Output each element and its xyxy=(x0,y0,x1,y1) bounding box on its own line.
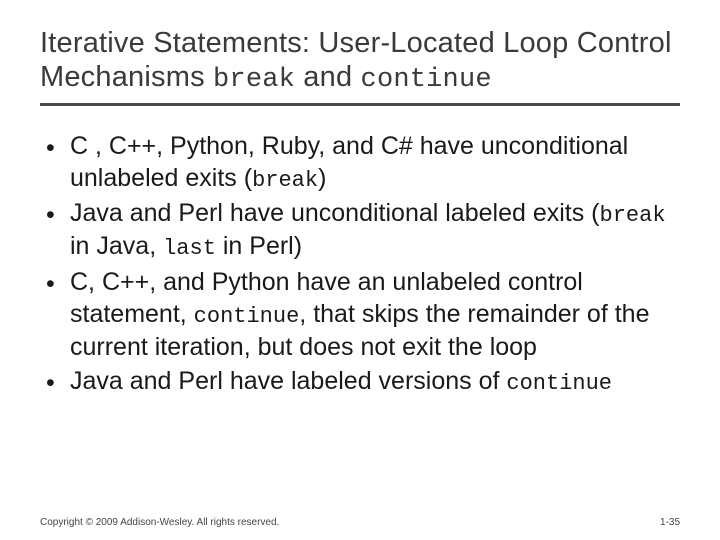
bullet-item: •C, C++, and Python have an unlabeled co… xyxy=(46,266,680,363)
code-text: break xyxy=(600,203,666,228)
code-text: last xyxy=(163,236,216,261)
bullet-dot-icon: • xyxy=(46,266,70,300)
title-text-mid: and xyxy=(295,61,361,93)
copyright-text: Copyright © 2009 Addison-Wesley. All rig… xyxy=(40,517,279,528)
bullet-item: •C , C++, Python, Ruby, and C# have unco… xyxy=(46,130,680,195)
slide: Iterative Statements: User-Located Loop … xyxy=(0,0,720,540)
plain-text: ) xyxy=(318,164,326,192)
bullet-text: C , C++, Python, Ruby, and C# have uncon… xyxy=(70,130,680,195)
bullet-text: C, C++, and Python have an unlabeled con… xyxy=(70,266,680,363)
bullet-dot-icon: • xyxy=(46,130,70,164)
bullet-item: •Java and Perl have labeled versions of … xyxy=(46,365,680,399)
plain-text: in Perl) xyxy=(216,232,302,260)
title-code-break: break xyxy=(213,65,295,95)
title-underline xyxy=(40,103,680,106)
bullet-dot-icon: • xyxy=(46,365,70,399)
bullet-text: Java and Perl have labeled versions of c… xyxy=(70,365,680,398)
body-content: •C , C++, Python, Ruby, and C# have unco… xyxy=(40,130,680,399)
code-text: break xyxy=(252,168,318,193)
title-block: Iterative Statements: User-Located Loop … xyxy=(40,26,680,106)
bullet-dot-icon: • xyxy=(46,197,70,231)
plain-text: C , C++, Python, Ruby, and C# have uncon… xyxy=(70,132,628,192)
plain-text: in Java, xyxy=(70,232,163,260)
plain-text: Java and Perl have unconditional labeled… xyxy=(70,199,600,227)
code-text: continue xyxy=(194,304,300,329)
footer: Copyright © 2009 Addison-Wesley. All rig… xyxy=(40,517,680,528)
bullet-item: •Java and Perl have unconditional labele… xyxy=(46,197,680,263)
title-code-continue: continue xyxy=(361,65,492,95)
code-text: continue xyxy=(506,371,612,396)
page-number: 1-35 xyxy=(660,517,680,528)
bullet-text: Java and Perl have unconditional labeled… xyxy=(70,197,680,263)
slide-title: Iterative Statements: User-Located Loop … xyxy=(40,26,680,97)
plain-text: Java and Perl have labeled versions of xyxy=(70,367,506,395)
